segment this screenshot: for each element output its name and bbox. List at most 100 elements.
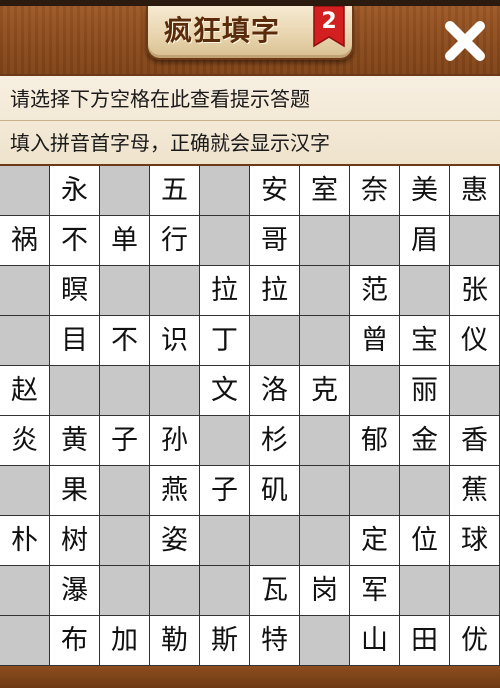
grid-block-cell — [100, 366, 149, 415]
grid-letter-cell[interactable]: 范 — [350, 266, 399, 315]
grid-letter-cell[interactable]: 单 — [100, 216, 149, 265]
grid-block-cell — [350, 216, 399, 265]
grid-block-cell — [200, 416, 249, 465]
grid-letter-cell[interactable]: 加 — [100, 616, 149, 665]
grid-block-cell — [400, 466, 449, 515]
grid-letter-cell[interactable]: 曾 — [350, 316, 399, 365]
grid-letter-cell[interactable]: 位 — [400, 516, 449, 565]
grid-letter-cell[interactable]: 哥 — [250, 216, 299, 265]
grid-letter-cell[interactable]: 不 — [100, 316, 149, 365]
grid-block-cell — [0, 316, 49, 365]
grid-letter-cell[interactable]: 祸 — [0, 216, 49, 265]
grid-letter-cell[interactable]: 优 — [450, 616, 499, 665]
grid-letter-cell[interactable]: 奈 — [350, 166, 399, 215]
app-title: 疯狂填字 — [164, 14, 281, 47]
grid-letter-cell[interactable]: 识 — [150, 316, 199, 365]
level-number: 2 — [321, 9, 337, 34]
grid-letter-cell[interactable]: 黄 — [50, 416, 99, 465]
grid-letter-cell[interactable]: 张 — [450, 266, 499, 315]
grid-block-cell — [50, 366, 99, 415]
grid-letter-cell[interactable]: 不 — [50, 216, 99, 265]
level-badge: 2 — [312, 6, 346, 48]
grid-block-cell — [300, 416, 349, 465]
grid-letter-cell[interactable]: 山 — [350, 616, 399, 665]
grid-block-cell — [250, 316, 299, 365]
bottom-frame — [0, 666, 500, 688]
grid-letter-cell[interactable]: 拉 — [250, 266, 299, 315]
grid-letter-cell[interactable]: 瓦 — [250, 566, 299, 615]
grid-letter-cell[interactable]: 特 — [250, 616, 299, 665]
grid-letter-cell[interactable]: 眉 — [400, 216, 449, 265]
grid-letter-cell[interactable]: 孙 — [150, 416, 199, 465]
grid-block-cell — [0, 466, 49, 515]
grid-letter-cell[interactable]: 布 — [50, 616, 99, 665]
grid-letter-cell[interactable]: 朴 — [0, 516, 49, 565]
grid-block-cell — [0, 266, 49, 315]
grid-letter-cell[interactable]: 军 — [350, 566, 399, 615]
grid-letter-cell[interactable]: 克 — [300, 366, 349, 415]
grid-block-cell — [400, 266, 449, 315]
grid-block-cell — [100, 566, 149, 615]
grid-letter-cell[interactable]: 杉 — [250, 416, 299, 465]
grid-letter-cell[interactable]: 勒 — [150, 616, 199, 665]
grid-letter-cell[interactable]: 树 — [50, 516, 99, 565]
grid-block-cell — [450, 216, 499, 265]
grid-letter-cell[interactable]: 宝 — [400, 316, 449, 365]
grid-letter-cell[interactable]: 丁 — [200, 316, 249, 365]
grid-letter-cell[interactable]: 文 — [200, 366, 249, 415]
grid-letter-cell[interactable]: 蕉 — [450, 466, 499, 515]
grid-letter-cell[interactable]: 郁 — [350, 416, 399, 465]
grid-letter-cell[interactable]: 球 — [450, 516, 499, 565]
grid-letter-cell[interactable]: 田 — [400, 616, 449, 665]
grid-letter-cell[interactable]: 洛 — [250, 366, 299, 415]
hint-divider — [0, 120, 500, 121]
hint-instruction-select: 请选择下方空格在此查看提示答题 — [10, 87, 310, 111]
grid-letter-cell[interactable]: 行 — [150, 216, 199, 265]
grid-letter-cell[interactable]: 子 — [100, 416, 149, 465]
grid-block-cell — [200, 566, 249, 615]
grid-letter-cell[interactable]: 香 — [450, 416, 499, 465]
grid-letter-cell[interactable]: 炎 — [0, 416, 49, 465]
grid-block-cell — [100, 166, 149, 215]
grid-letter-cell[interactable]: 果 — [50, 466, 99, 515]
grid-letter-cell[interactable]: 美 — [400, 166, 449, 215]
grid-letter-cell[interactable]: 金 — [400, 416, 449, 465]
grid-letter-cell[interactable]: 仪 — [450, 316, 499, 365]
grid-letter-cell[interactable]: 燕 — [150, 466, 199, 515]
grid-block-cell — [150, 266, 199, 315]
grid-letter-cell[interactable]: 赵 — [0, 366, 49, 415]
grid-block-cell — [450, 366, 499, 415]
grid-block-cell — [350, 466, 399, 515]
grid-letter-cell[interactable]: 定 — [350, 516, 399, 565]
grid-letter-cell[interactable]: 瀑 — [50, 566, 99, 615]
crossword-grid: 永五安室奈美惠祸不单行哥眉瞑拉拉范张目不识丁曾宝仪赵文洛克丽炎黄子孙杉郁金香果燕… — [0, 166, 500, 666]
grid-block-cell — [100, 266, 149, 315]
grid-block-cell — [100, 516, 149, 565]
grid-block-cell — [0, 566, 49, 615]
close-button[interactable] — [438, 14, 492, 68]
grid-letter-cell[interactable]: 室 — [300, 166, 349, 215]
grid-letter-cell[interactable]: 岗 — [300, 566, 349, 615]
grid-block-cell — [200, 166, 249, 215]
grid-letter-cell[interactable]: 五 — [150, 166, 199, 215]
grid-letter-cell[interactable]: 斯 — [200, 616, 249, 665]
close-icon — [445, 21, 485, 61]
grid-block-cell — [450, 566, 499, 615]
grid-letter-cell[interactable]: 安 — [250, 166, 299, 215]
grid-block-cell — [100, 466, 149, 515]
grid-block-cell — [0, 616, 49, 665]
grid-letter-cell[interactable]: 永 — [50, 166, 99, 215]
grid-letter-cell[interactable]: 姿 — [150, 516, 199, 565]
grid-block-cell — [300, 516, 349, 565]
grid-block-cell — [300, 316, 349, 365]
grid-letter-cell[interactable]: 拉 — [200, 266, 249, 315]
grid-letter-cell[interactable]: 惠 — [450, 166, 499, 215]
grid-letter-cell[interactable]: 丽 — [400, 366, 449, 415]
grid-letter-cell[interactable]: 矶 — [250, 466, 299, 515]
grid-letter-cell[interactable]: 瞑 — [50, 266, 99, 315]
grid-letter-cell[interactable]: 子 — [200, 466, 249, 515]
grid-block-cell — [200, 516, 249, 565]
grid-block-cell — [200, 216, 249, 265]
grid-letter-cell[interactable]: 目 — [50, 316, 99, 365]
grid-block-cell — [150, 366, 199, 415]
